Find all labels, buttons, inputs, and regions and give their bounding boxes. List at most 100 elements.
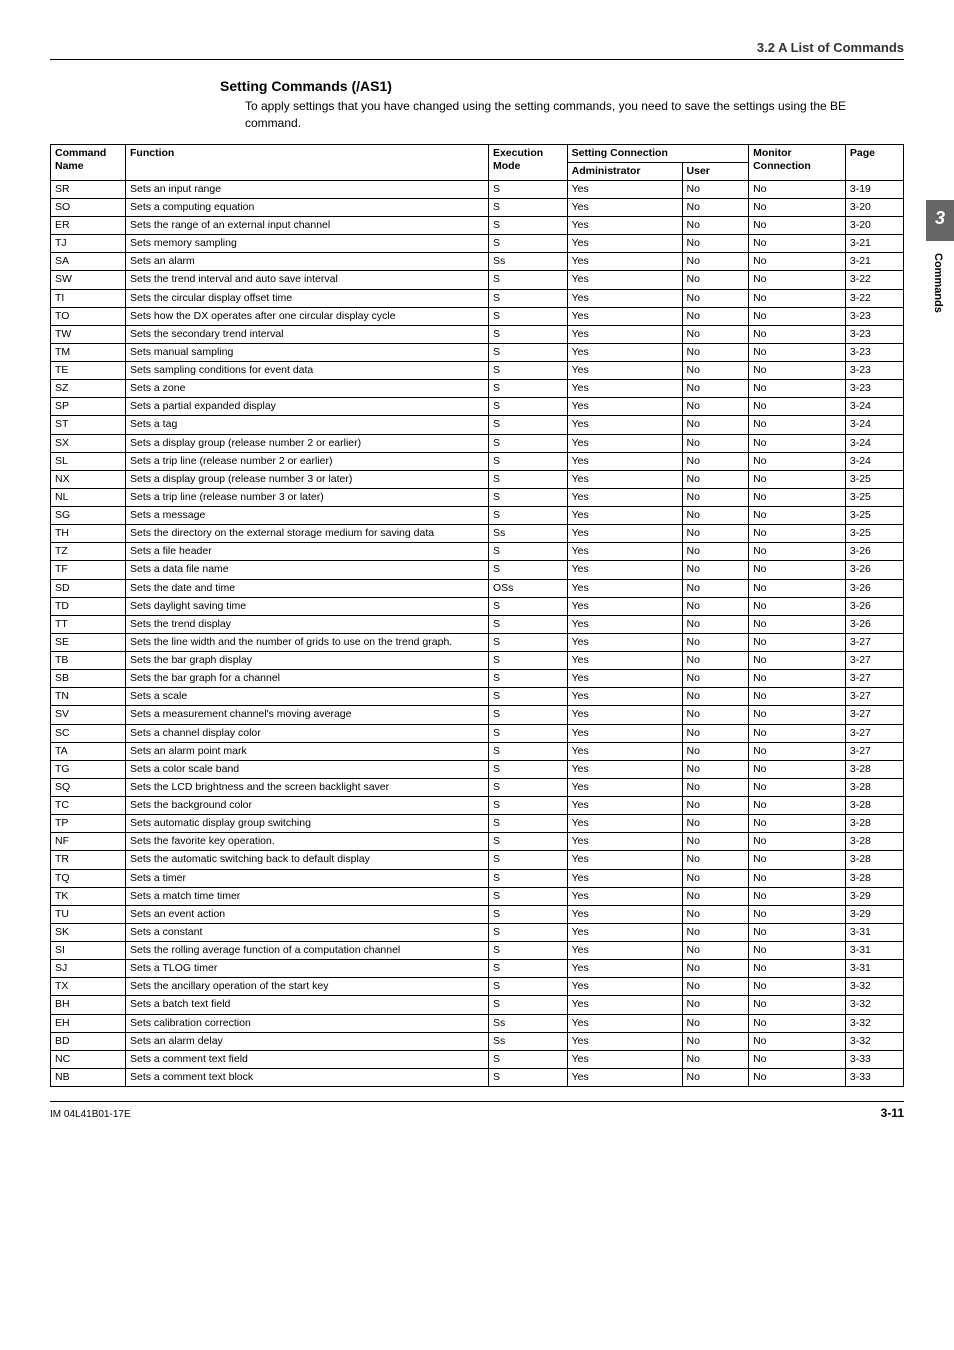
cell-function: Sets a partial expanded display	[126, 398, 489, 416]
cell-monitor: No	[749, 923, 846, 941]
cell-function: Sets a tag	[126, 416, 489, 434]
cell-admin: Yes	[567, 398, 682, 416]
cell-user: No	[682, 289, 749, 307]
cell-function: Sets the background color	[126, 797, 489, 815]
cell-function: Sets a display group (release number 3 o…	[126, 470, 489, 488]
cell-page: 3-24	[845, 398, 903, 416]
cell-page: 3-25	[845, 470, 903, 488]
cell-monitor: No	[749, 633, 846, 651]
cell-page: 3-20	[845, 217, 903, 235]
cell-mode: S	[488, 960, 567, 978]
cell-command: TO	[51, 307, 126, 325]
cell-user: No	[682, 470, 749, 488]
cell-admin: Yes	[567, 978, 682, 996]
cell-command: SV	[51, 706, 126, 724]
cell-page: 3-28	[845, 815, 903, 833]
cell-page: 3-27	[845, 670, 903, 688]
cell-monitor: No	[749, 579, 846, 597]
cell-user: No	[682, 507, 749, 525]
cell-command: SO	[51, 198, 126, 216]
cell-monitor: No	[749, 778, 846, 796]
section-reference: 3.2 A List of Commands	[50, 40, 904, 60]
cell-admin: Yes	[567, 942, 682, 960]
cell-page: 3-26	[845, 561, 903, 579]
cell-monitor: No	[749, 325, 846, 343]
cell-admin: Yes	[567, 688, 682, 706]
cell-page: 3-29	[845, 905, 903, 923]
header-administrator: Administrator	[567, 162, 682, 180]
cell-function: Sets a trip line (release number 3 or la…	[126, 488, 489, 506]
cell-page: 3-28	[845, 778, 903, 796]
cell-command: SD	[51, 579, 126, 597]
cell-page: 3-32	[845, 978, 903, 996]
cell-monitor: No	[749, 670, 846, 688]
cell-command: SX	[51, 434, 126, 452]
cell-mode: S	[488, 706, 567, 724]
cell-monitor: No	[749, 760, 846, 778]
cell-user: No	[682, 942, 749, 960]
cell-function: Sets a color scale band	[126, 760, 489, 778]
cell-user: No	[682, 688, 749, 706]
cell-admin: Yes	[567, 235, 682, 253]
cell-command: NB	[51, 1068, 126, 1086]
cell-function: Sets a zone	[126, 380, 489, 398]
cell-mode: S	[488, 851, 567, 869]
cell-page: 3-23	[845, 343, 903, 361]
cell-function: Sets manual sampling	[126, 343, 489, 361]
cell-function: Sets daylight saving time	[126, 597, 489, 615]
cell-command: NF	[51, 833, 126, 851]
cell-function: Sets a file header	[126, 543, 489, 561]
cell-page: 3-26	[845, 543, 903, 561]
cell-user: No	[682, 543, 749, 561]
cell-monitor: No	[749, 1050, 846, 1068]
cell-admin: Yes	[567, 869, 682, 887]
cell-function: Sets calibration correction	[126, 1014, 489, 1032]
cell-user: No	[682, 307, 749, 325]
cell-admin: Yes	[567, 434, 682, 452]
table-row: TOSets how the DX operates after one cir…	[51, 307, 904, 325]
cell-function: Sets a timer	[126, 869, 489, 887]
cell-admin: Yes	[567, 380, 682, 398]
cell-mode: Ss	[488, 525, 567, 543]
cell-function: Sets the ancillary operation of the star…	[126, 978, 489, 996]
cell-mode: S	[488, 470, 567, 488]
cell-user: No	[682, 180, 749, 198]
cell-user: No	[682, 452, 749, 470]
cell-page: 3-28	[845, 797, 903, 815]
cell-command: NL	[51, 488, 126, 506]
cell-user: No	[682, 887, 749, 905]
cell-user: No	[682, 561, 749, 579]
cell-command: TM	[51, 343, 126, 361]
cell-monitor: No	[749, 887, 846, 905]
table-row: SCSets a channel display colorSYesNoNo3-…	[51, 724, 904, 742]
cell-mode: S	[488, 887, 567, 905]
table-row: TMSets manual samplingSYesNoNo3-23	[51, 343, 904, 361]
cell-user: No	[682, 1068, 749, 1086]
cell-page: 3-33	[845, 1050, 903, 1068]
table-row: SWSets the trend interval and auto save …	[51, 271, 904, 289]
cell-page: 3-33	[845, 1068, 903, 1086]
cell-monitor: No	[749, 380, 846, 398]
cell-monitor: No	[749, 271, 846, 289]
cell-admin: Yes	[567, 887, 682, 905]
cell-mode: S	[488, 615, 567, 633]
cell-user: No	[682, 851, 749, 869]
cell-admin: Yes	[567, 488, 682, 506]
cell-command: SE	[51, 633, 126, 651]
cell-admin: Yes	[567, 452, 682, 470]
cell-command: TB	[51, 652, 126, 670]
cell-page: 3-32	[845, 996, 903, 1014]
cell-mode: S	[488, 760, 567, 778]
cell-command: TF	[51, 561, 126, 579]
cell-user: No	[682, 1050, 749, 1068]
cell-command: TX	[51, 978, 126, 996]
cell-admin: Yes	[567, 797, 682, 815]
table-row: NCSets a comment text fieldSYesNoNo3-33	[51, 1050, 904, 1068]
table-row: TGSets a color scale bandSYesNoNo3-28	[51, 760, 904, 778]
cell-page: 3-25	[845, 507, 903, 525]
cell-mode: S	[488, 869, 567, 887]
cell-admin: Yes	[567, 670, 682, 688]
cell-user: No	[682, 905, 749, 923]
cell-admin: Yes	[567, 597, 682, 615]
cell-monitor: No	[749, 488, 846, 506]
